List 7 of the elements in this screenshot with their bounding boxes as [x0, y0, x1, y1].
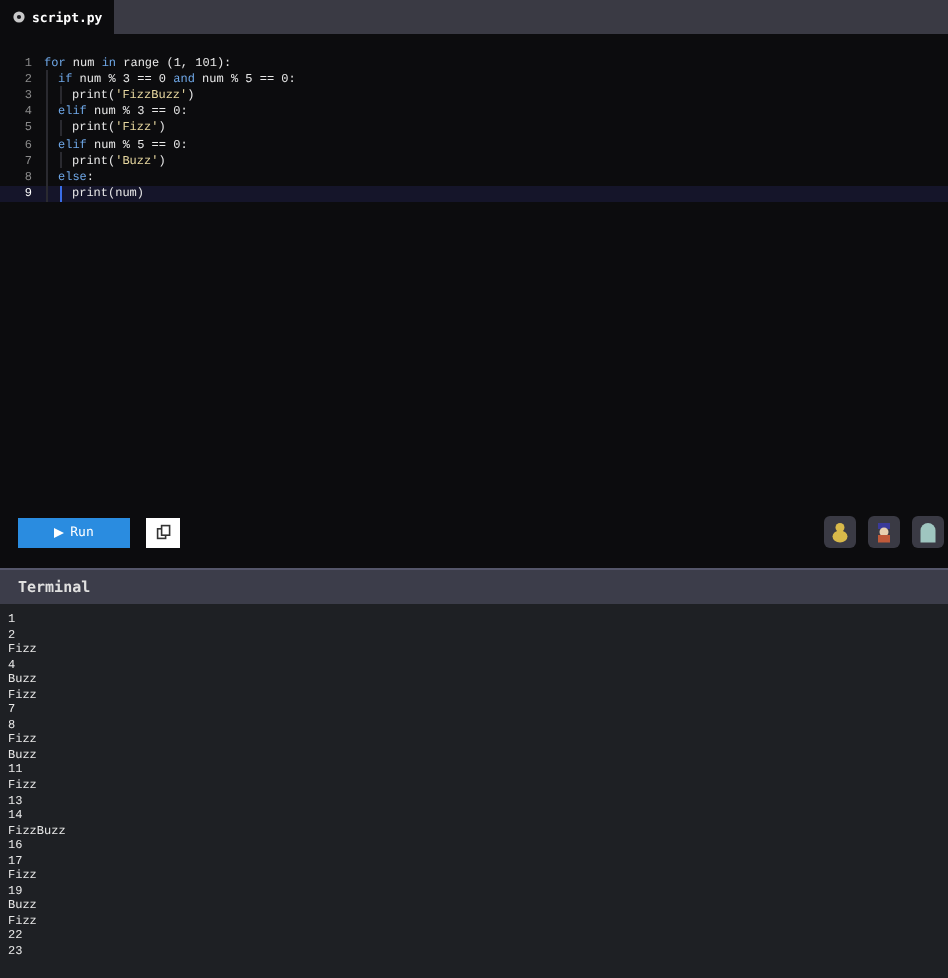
python-icon [12, 10, 26, 24]
copy-icon [155, 524, 171, 540]
ghost-avatar[interactable] [912, 516, 944, 548]
copy-button[interactable] [146, 517, 180, 547]
play-icon [54, 527, 65, 537]
character-avatar[interactable] [868, 516, 900, 548]
duck-avatar[interactable] [824, 516, 856, 548]
